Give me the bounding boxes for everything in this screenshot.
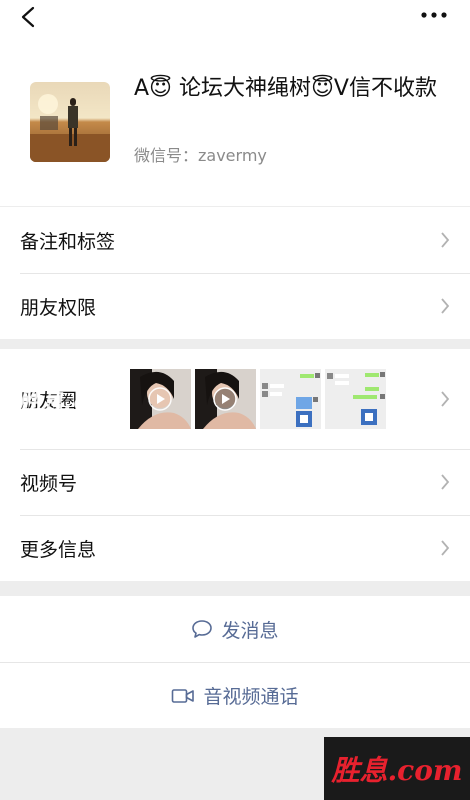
more-dots-icon[interactable] [420, 10, 448, 20]
profile-header: A😇 论坛大神绳树😇V信不收款 微信号：zavermy [0, 0, 470, 206]
channels-row[interactable]: 视频号 [0, 449, 470, 515]
channels-label: 视频号 [20, 472, 78, 495]
chevron-left-icon[interactable] [18, 6, 40, 28]
av-call-label: 音视频通话 [203, 686, 299, 708]
watermark-badge-text: 胜息.com [331, 753, 463, 787]
moments-thumbnail [195, 369, 256, 429]
send-message-button[interactable]: 发消息 [0, 596, 470, 662]
video-camera-icon [172, 688, 195, 703]
remark-tags-label: 备注和标签 [20, 230, 116, 253]
avatar[interactable] [30, 82, 110, 162]
profile-name: A😇 论坛大神绳树😇V信不收款 [134, 76, 437, 101]
watermark-overlay: 胜息.com [18, 390, 128, 415]
chevron-right-icon [441, 391, 450, 407]
friend-permissions-row[interactable]: 朋友权限 [0, 273, 470, 339]
moments-thumbnail [260, 369, 321, 429]
remark-tags-row[interactable]: 备注和标签 [0, 207, 470, 273]
actions-group: 发消息 音视频通话 [0, 596, 470, 728]
watermark-badge: 胜息.com [324, 737, 470, 800]
chevron-right-icon [441, 232, 450, 248]
chevron-right-icon [441, 474, 450, 490]
more-info-row[interactable]: 更多信息 [0, 515, 470, 581]
av-call-button[interactable]: 音视频通话 [0, 662, 470, 728]
friend-permissions-label: 朋友权限 [20, 296, 97, 319]
chevron-right-icon [441, 298, 450, 314]
more-info-label: 更多信息 [20, 538, 97, 561]
moments-thumbnails [130, 369, 386, 429]
moments-thumbnail [325, 369, 386, 429]
send-message-label: 发消息 [221, 619, 279, 642]
moments-thumbnail [130, 369, 191, 429]
wechat-id: 微信号：zavermy [134, 146, 267, 165]
chat-bubble-icon [192, 620, 213, 638]
chevron-right-icon [441, 540, 450, 556]
settings-group: 备注和标签 朋友权限 [0, 207, 470, 339]
